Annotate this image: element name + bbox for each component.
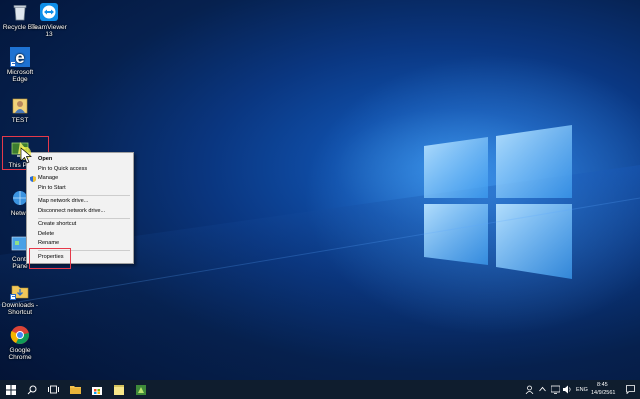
volume-icon[interactable]: [563, 385, 572, 394]
shortcut-arrow-icon: [10, 294, 16, 300]
store-icon: [92, 386, 102, 395]
google-chrome-label: Google Chrome: [8, 347, 32, 361]
svg-text:e: e: [15, 48, 24, 67]
menu-separator: [38, 217, 130, 219]
teamviewer-icon[interactable]: TeamViewer 13: [29, 2, 69, 38]
network-status-icon[interactable]: [551, 385, 560, 394]
clock-date[interactable]: 14/9/2561: [591, 390, 615, 396]
menu-item-manage-label: Manage: [38, 175, 59, 181]
menu-item-pin-quick-access[interactable]: Pin to Quick access: [27, 165, 133, 175]
task-view-button[interactable]: [43, 380, 63, 399]
app-icon: [136, 384, 146, 395]
store-button[interactable]: [87, 380, 107, 399]
test-user-folder-icon[interactable]: TEST: [0, 95, 40, 124]
chrome-graphic: [10, 325, 30, 345]
menu-item-pin-to-start[interactable]: Pin to Start: [27, 184, 133, 194]
language-indicator[interactable]: ENG: [576, 387, 588, 393]
menu-item-open[interactable]: Open: [27, 155, 133, 165]
microsoft-edge-label: Microsoft Edge: [6, 69, 34, 83]
downloads-graphic: [10, 280, 30, 300]
google-chrome-icon[interactable]: Google Chrome: [0, 325, 40, 361]
downloads-shortcut-icon[interactable]: Downloads - Shortcut: [0, 280, 40, 316]
start-icon: [6, 384, 16, 395]
menu-separator: [38, 194, 130, 196]
recycle-bin-graphic: [10, 2, 30, 22]
teamviewer-graphic: [39, 2, 59, 22]
clock-time[interactable]: 8:45: [597, 382, 608, 388]
test-folder-label: TEST: [11, 117, 29, 124]
microsoft-edge-icon[interactable]: e Microsoft Edge: [0, 47, 40, 83]
shield-icon: [30, 176, 36, 182]
menu-item-delete[interactable]: Delete: [27, 230, 133, 240]
start-button[interactable]: [1, 380, 21, 399]
mouse-cursor-icon: [20, 147, 32, 164]
search-button[interactable]: [22, 380, 42, 399]
shortcut-arrow-icon: [10, 61, 16, 67]
search-icon: [27, 385, 37, 394]
chevron-up-icon[interactable]: [539, 386, 546, 392]
taskbar: ENG 8:45 14/9/2561: [0, 380, 640, 399]
task-view-icon: [47, 385, 59, 394]
menu-item-disconnect-network-drive[interactable]: Disconnect network drive...: [27, 207, 133, 217]
properties-highlight-box: [29, 248, 71, 269]
file-explorer-button[interactable]: [65, 380, 85, 399]
menu-item-map-network-drive[interactable]: Map network drive...: [27, 197, 133, 207]
menu-item-manage[interactable]: Manage: [27, 174, 133, 184]
app-button[interactable]: [131, 380, 151, 399]
teamviewer-label: TeamViewer 13: [31, 24, 67, 38]
sticky-notes-icon: [114, 384, 124, 395]
people-icon[interactable]: [525, 385, 534, 394]
file-explorer-icon: [69, 386, 81, 394]
edge-graphic: e: [10, 47, 30, 67]
downloads-shortcut-label: Downloads - Shortcut: [1, 302, 39, 316]
sticky-notes-button[interactable]: [109, 380, 129, 399]
menu-item-create-shortcut[interactable]: Create shortcut: [27, 220, 133, 230]
user-folder-graphic: [10, 95, 30, 115]
action-center-icon[interactable]: [626, 385, 635, 394]
